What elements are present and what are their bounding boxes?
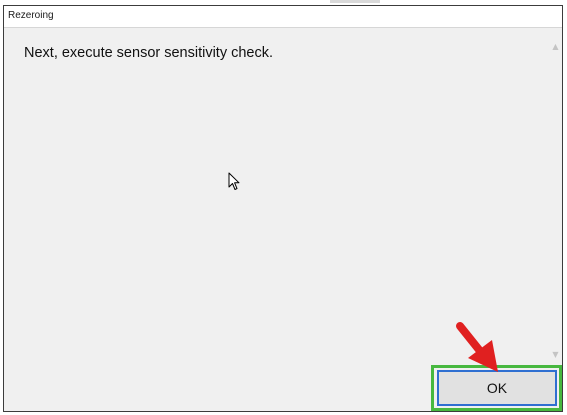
red-arrow-icon — [456, 322, 498, 372]
vertical-scrollbar[interactable]: ▲ ▼ — [549, 28, 562, 373]
chevron-up-icon[interactable]: ▲ — [549, 42, 562, 51]
mouse-pointer-icon — [228, 172, 240, 190]
title-bar[interactable]: Rezeroing — [4, 6, 562, 28]
instruction-message: Next, execute sensor sensitivity check. — [24, 45, 274, 61]
screenshot-page: Rezeroing Next, execute sensor sensitivi… — [0, 0, 567, 415]
background-mark — [330, 0, 380, 3]
window-title: Rezeroing — [8, 10, 54, 21]
chevron-down-icon[interactable]: ▼ — [549, 350, 562, 359]
